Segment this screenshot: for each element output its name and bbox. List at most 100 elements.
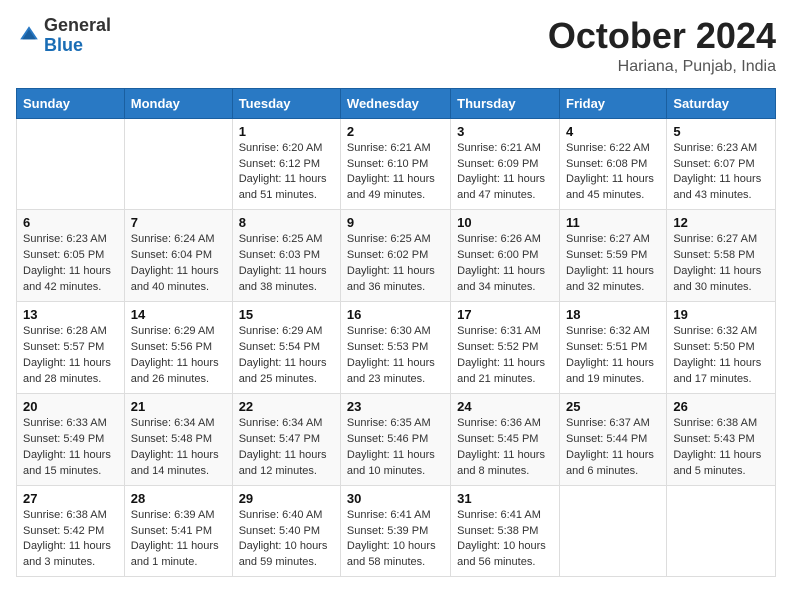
- day-info: Sunrise: 6:36 AM Sunset: 5:45 PM Dayligh…: [457, 416, 553, 480]
- calendar-day-cell: 27Sunrise: 6:38 AM Sunset: 5:42 PM Dayli…: [17, 485, 125, 577]
- day-info: Sunrise: 6:41 AM Sunset: 5:38 PM Dayligh…: [457, 508, 553, 572]
- calendar-day-cell: 20Sunrise: 6:33 AM Sunset: 5:49 PM Dayli…: [17, 393, 125, 485]
- day-number: 14: [131, 307, 226, 322]
- day-info: Sunrise: 6:25 AM Sunset: 6:02 PM Dayligh…: [347, 232, 444, 296]
- day-number: 7: [131, 215, 226, 230]
- day-info: Sunrise: 6:35 AM Sunset: 5:46 PM Dayligh…: [347, 416, 444, 480]
- calendar-day-cell: 21 Sunrise: 6:34 AM Sunset: 5:48 PM Dayli…: [124, 393, 232, 485]
- calendar-day-cell: 4Sunrise: 6:22 AM Sunset: 6:08 PM Daylig…: [560, 118, 667, 210]
- day-number: 12: [673, 215, 769, 230]
- calendar-day-cell: 29 Sunrise: 6:40 AM Sunset: 5:40 PM Dayli…: [232, 485, 340, 577]
- day-info: Sunrise: 6:23 AM Sunset: 6:07 PM Dayligh…: [673, 141, 769, 205]
- day-info: Sunrise: 6:33 AM Sunset: 5:49 PM Dayligh…: [23, 416, 118, 480]
- logo-icon: [18, 24, 40, 46]
- day-number: 28: [131, 491, 226, 506]
- day-info: Sunrise: 6:30 AM Sunset: 5:53 PM Dayligh…: [347, 324, 444, 388]
- calendar-day-cell: 25Sunrise: 6:37 AM Sunset: 5:44 PM Dayli…: [560, 393, 667, 485]
- month-title: October 2024: [548, 16, 776, 56]
- day-info: Sunrise: 6:40 AM Sunset: 5:40 PM Dayligh…: [239, 508, 334, 572]
- weekday-header-cell: Tuesday: [232, 88, 340, 118]
- day-number: 31: [457, 491, 553, 506]
- day-info: Sunrise: 6:27 AM Sunset: 5:59 PM Dayligh…: [566, 232, 660, 296]
- day-info: Sunrise: 6:38 AM Sunset: 5:43 PM Dayligh…: [673, 416, 769, 480]
- day-number: 10: [457, 215, 553, 230]
- page-header: General Blue October 2024 Hariana, Punja…: [16, 16, 776, 76]
- day-number: 16: [347, 307, 444, 322]
- calendar-day-cell: [667, 485, 776, 577]
- calendar-day-cell: 31 Sunrise: 6:41 AM Sunset: 5:38 PM Dayli…: [451, 485, 560, 577]
- calendar-day-cell: 8 Sunrise: 6:25 AM Sunset: 6:03 PM Daylig…: [232, 210, 340, 302]
- day-info: Sunrise: 6:28 AM Sunset: 5:57 PM Dayligh…: [23, 324, 118, 388]
- weekday-header-cell: Sunday: [17, 88, 125, 118]
- day-number: 26: [673, 399, 769, 414]
- calendar-day-cell: 14 Sunrise: 6:29 AM Sunset: 5:56 PM Dayli…: [124, 302, 232, 394]
- calendar-body: 1 Sunrise: 6:20 AM Sunset: 6:12 PM Daylig…: [17, 118, 776, 577]
- calendar-week-row: 27Sunrise: 6:38 AM Sunset: 5:42 PM Dayli…: [17, 485, 776, 577]
- calendar-day-cell: 9Sunrise: 6:25 AM Sunset: 6:02 PM Daylig…: [340, 210, 450, 302]
- day-number: 3: [457, 124, 553, 139]
- logo-general: General: [44, 16, 111, 36]
- calendar-day-cell: 24 Sunrise: 6:36 AM Sunset: 5:45 PM Dayli…: [451, 393, 560, 485]
- calendar-day-cell: 3 Sunrise: 6:21 AM Sunset: 6:09 PM Daylig…: [451, 118, 560, 210]
- weekday-header-row: SundayMondayTuesdayWednesdayThursdayFrid…: [17, 88, 776, 118]
- weekday-header-cell: Wednesday: [340, 88, 450, 118]
- logo: General Blue: [16, 16, 111, 56]
- day-number: 18: [566, 307, 660, 322]
- day-info: Sunrise: 6:34 AM Sunset: 5:47 PM Dayligh…: [239, 416, 334, 480]
- calendar-day-cell: 2 Sunrise: 6:21 AM Sunset: 6:10 PM Daylig…: [340, 118, 450, 210]
- day-info: Sunrise: 6:32 AM Sunset: 5:50 PM Dayligh…: [673, 324, 769, 388]
- day-number: 23: [347, 399, 444, 414]
- day-number: 27: [23, 491, 118, 506]
- day-number: 6: [23, 215, 118, 230]
- day-number: 1: [239, 124, 334, 139]
- calendar-week-row: 20Sunrise: 6:33 AM Sunset: 5:49 PM Dayli…: [17, 393, 776, 485]
- day-number: 29: [239, 491, 334, 506]
- calendar-day-cell: 18 Sunrise: 6:32 AM Sunset: 5:51 PM Dayli…: [560, 302, 667, 394]
- day-info: Sunrise: 6:24 AM Sunset: 6:04 PM Dayligh…: [131, 232, 226, 296]
- logo-blue: Blue: [44, 36, 111, 56]
- weekday-header-cell: Saturday: [667, 88, 776, 118]
- day-number: 8: [239, 215, 334, 230]
- calendar-day-cell: 5 Sunrise: 6:23 AM Sunset: 6:07 PM Daylig…: [667, 118, 776, 210]
- weekday-header-cell: Friday: [560, 88, 667, 118]
- calendar-day-cell: [560, 485, 667, 577]
- day-info: Sunrise: 6:34 AM Sunset: 5:48 PM Dayligh…: [131, 416, 226, 480]
- calendar-day-cell: 19Sunrise: 6:32 AM Sunset: 5:50 PM Dayli…: [667, 302, 776, 394]
- calendar-day-cell: 30 Sunrise: 6:41 AM Sunset: 5:39 PM Dayli…: [340, 485, 450, 577]
- calendar-day-cell: 17Sunrise: 6:31 AM Sunset: 5:52 PM Dayli…: [451, 302, 560, 394]
- day-number: 2: [347, 124, 444, 139]
- day-number: 5: [673, 124, 769, 139]
- calendar-day-cell: 26 Sunrise: 6:38 AM Sunset: 5:43 PM Dayli…: [667, 393, 776, 485]
- day-info: Sunrise: 6:32 AM Sunset: 5:51 PM Dayligh…: [566, 324, 660, 388]
- day-number: 30: [347, 491, 444, 506]
- day-info: Sunrise: 6:26 AM Sunset: 6:00 PM Dayligh…: [457, 232, 553, 296]
- calendar-week-row: 6Sunrise: 6:23 AM Sunset: 6:05 PM Daylig…: [17, 210, 776, 302]
- day-number: 21: [131, 399, 226, 414]
- day-number: 13: [23, 307, 118, 322]
- calendar-week-row: 1 Sunrise: 6:20 AM Sunset: 6:12 PM Daylig…: [17, 118, 776, 210]
- day-info: Sunrise: 6:27 AM Sunset: 5:58 PM Dayligh…: [673, 232, 769, 296]
- calendar-week-row: 13 Sunrise: 6:28 AM Sunset: 5:57 PM Dayli…: [17, 302, 776, 394]
- day-info: Sunrise: 6:20 AM Sunset: 6:12 PM Dayligh…: [239, 141, 334, 205]
- calendar-day-cell: 13 Sunrise: 6:28 AM Sunset: 5:57 PM Dayli…: [17, 302, 125, 394]
- calendar-day-cell: [17, 118, 125, 210]
- calendar-table: SundayMondayTuesdayWednesdayThursdayFrid…: [16, 88, 776, 578]
- day-info: Sunrise: 6:25 AM Sunset: 6:03 PM Dayligh…: [239, 232, 334, 296]
- calendar-day-cell: 28 Sunrise: 6:39 AM Sunset: 5:41 PM Dayli…: [124, 485, 232, 577]
- day-info: Sunrise: 6:21 AM Sunset: 6:09 PM Dayligh…: [457, 141, 553, 205]
- day-info: Sunrise: 6:39 AM Sunset: 5:41 PM Dayligh…: [131, 508, 226, 572]
- day-number: 24: [457, 399, 553, 414]
- day-info: Sunrise: 6:29 AM Sunset: 5:54 PM Dayligh…: [239, 324, 334, 388]
- calendar-day-cell: 11Sunrise: 6:27 AM Sunset: 5:59 PM Dayli…: [560, 210, 667, 302]
- calendar-day-cell: 23 Sunrise: 6:35 AM Sunset: 5:46 PM Dayli…: [340, 393, 450, 485]
- title-area: October 2024 Hariana, Punjab, India: [548, 16, 776, 76]
- weekday-header-cell: Monday: [124, 88, 232, 118]
- day-info: Sunrise: 6:41 AM Sunset: 5:39 PM Dayligh…: [347, 508, 444, 572]
- weekday-header-cell: Thursday: [451, 88, 560, 118]
- day-number: 22: [239, 399, 334, 414]
- calendar-day-cell: [124, 118, 232, 210]
- day-info: Sunrise: 6:22 AM Sunset: 6:08 PM Dayligh…: [566, 141, 660, 205]
- day-info: Sunrise: 6:29 AM Sunset: 5:56 PM Dayligh…: [131, 324, 226, 388]
- calendar-day-cell: 16 Sunrise: 6:30 AM Sunset: 5:53 PM Dayli…: [340, 302, 450, 394]
- day-info: Sunrise: 6:21 AM Sunset: 6:10 PM Dayligh…: [347, 141, 444, 205]
